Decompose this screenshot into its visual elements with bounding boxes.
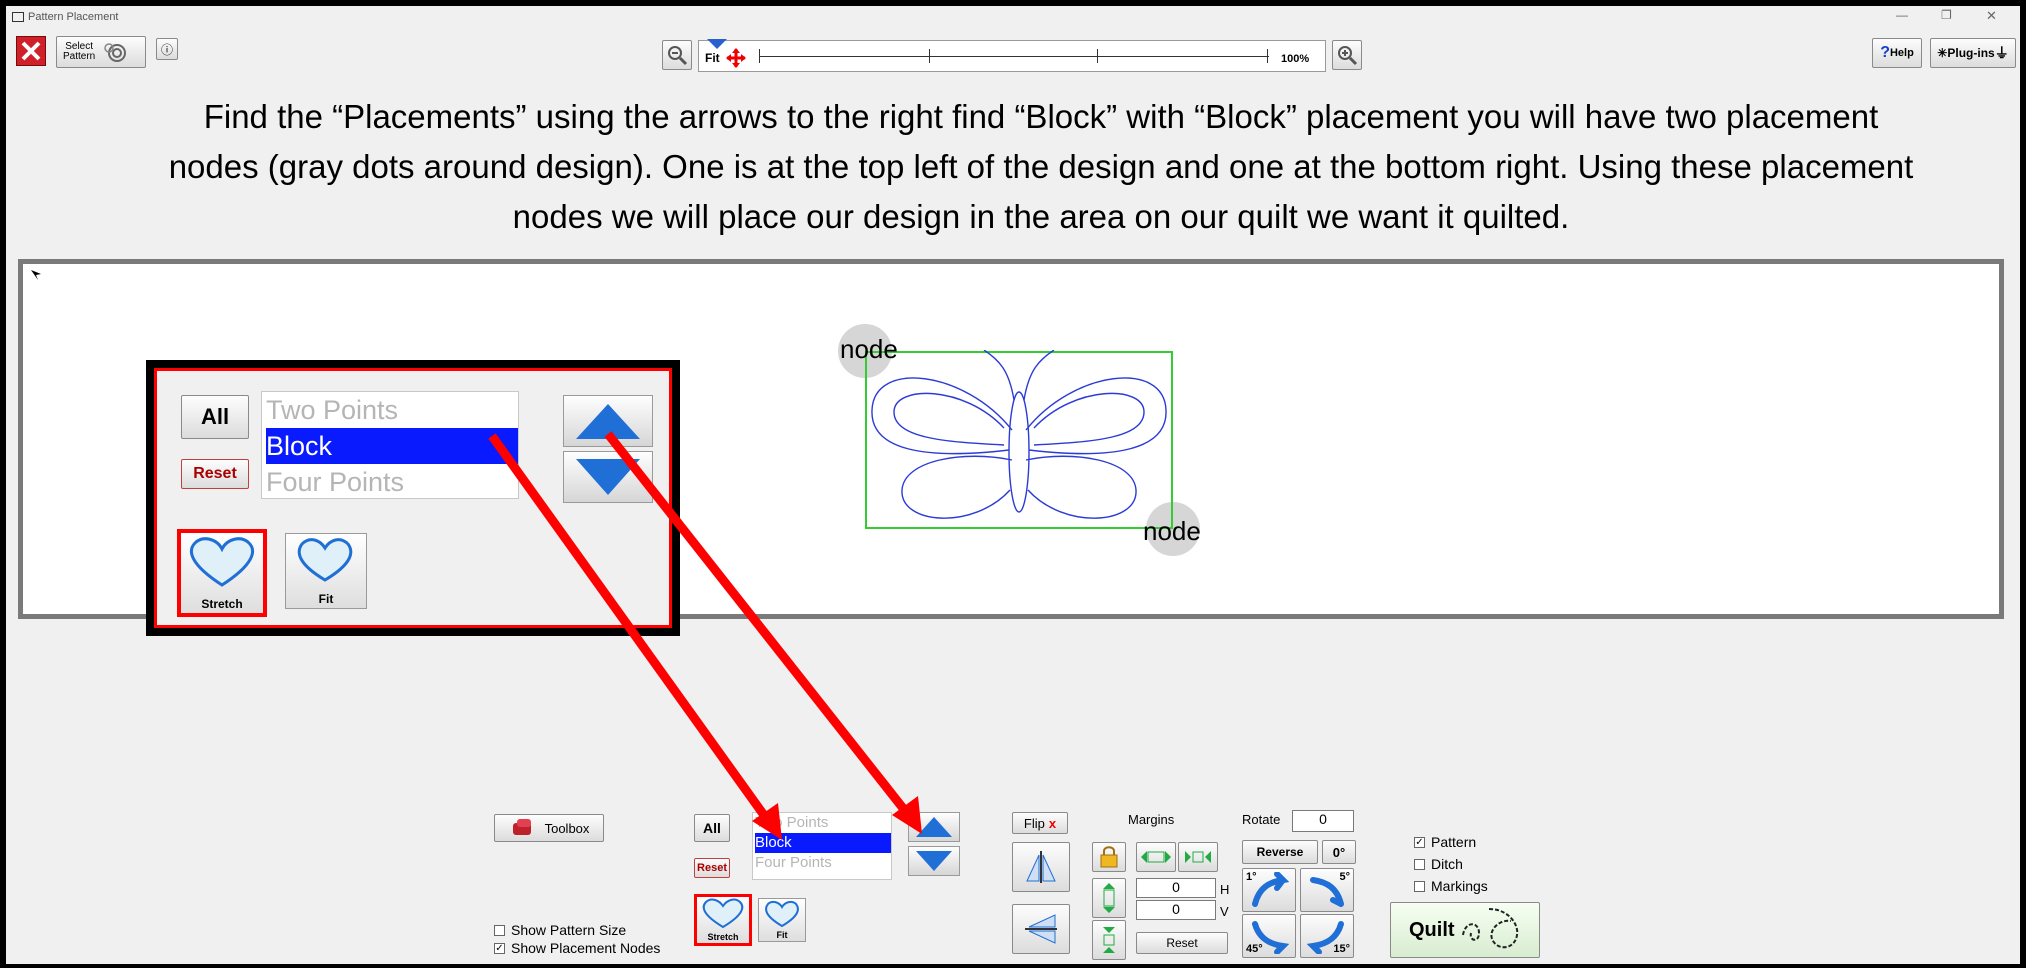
pattern-placement-window: Pattern Placement — ❐ ✕ Select Pattern ⓘ… xyxy=(6,6,2020,964)
arrow-to-list-icon xyxy=(488,433,782,840)
arrow-to-arrows-icon xyxy=(604,431,922,834)
annotation-arrows xyxy=(488,431,922,840)
